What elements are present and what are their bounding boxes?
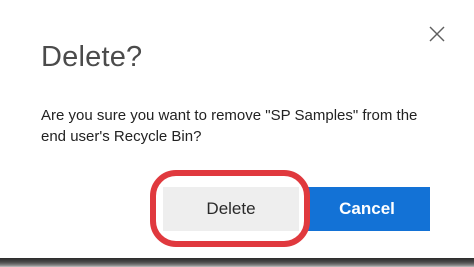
dialog-title: Delete? <box>41 41 143 73</box>
close-button[interactable] <box>423 20 451 48</box>
delete-button[interactable]: Delete <box>163 187 299 231</box>
dialog-message: Are you sure you want to remove "SP Samp… <box>41 107 418 145</box>
background-edge <box>0 258 474 267</box>
close-icon <box>429 26 445 42</box>
cancel-button[interactable]: Cancel <box>304 187 430 231</box>
confirm-delete-dialog: Delete? Are you sure you want to remove … <box>0 0 474 258</box>
